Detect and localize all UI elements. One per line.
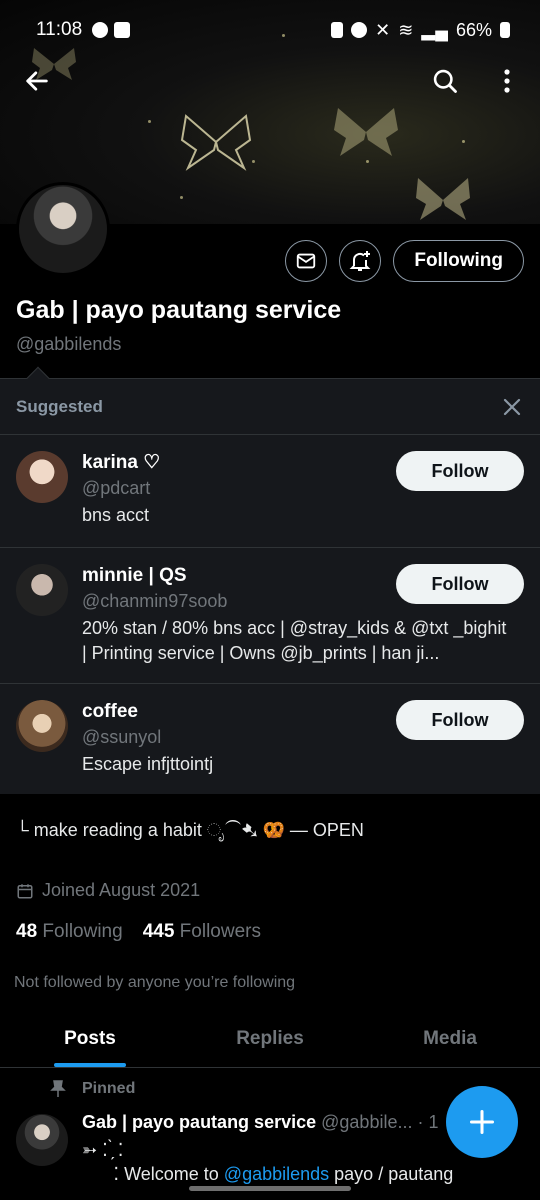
post-author: Gab | payo pautang service — [82, 1112, 317, 1132]
back-arrow-icon — [26, 71, 48, 91]
signal-icon: ▂▄ — [421, 19, 448, 40]
bell-plus-icon — [349, 251, 371, 271]
tab-replies[interactable]: Replies — [180, 1010, 360, 1067]
avatar[interactable] — [16, 451, 68, 503]
profile-handle: @gabbilends — [16, 334, 122, 354]
back-button[interactable] — [16, 60, 58, 102]
profile-tabs: Posts Replies Media — [0, 1010, 540, 1068]
followers-count-link[interactable]: 445 Followers — [143, 921, 261, 943]
battery-saver-icon — [331, 22, 344, 38]
following-label: Following — [42, 921, 123, 942]
following-button[interactable]: Following — [393, 240, 524, 282]
not-followed-note: Not followed by anyone you’re following — [14, 974, 296, 991]
suggested-panel: Suggested karina ♡ @pdcart bns acct Foll… — [0, 378, 540, 794]
profile-bio: └ make reading a habit ೃ⁀➷ 🥨 — OPEN — [16, 820, 364, 840]
post-mention-link[interactable]: @gabbilends — [224, 1164, 329, 1184]
calendar-icon — [17, 883, 33, 898]
following-count: 48 — [16, 921, 38, 942]
post-text-line: ⠀⠀ ⁚ Welcome to @gabbilends payo / pauta… — [82, 1164, 453, 1185]
avatar[interactable] — [16, 564, 68, 616]
butterfly-decoration — [334, 108, 398, 156]
tab-posts[interactable]: Posts — [0, 1010, 180, 1067]
followers-label: Followers — [179, 921, 261, 942]
profile-avatar[interactable] — [16, 182, 110, 276]
follow-button[interactable]: Follow — [396, 451, 524, 491]
post-header[interactable]: Gab | payo pautang service @gabbile... ·… — [82, 1112, 439, 1133]
notifications-button[interactable] — [339, 240, 382, 282]
suggested-user[interactable]: minnie | QS @chanmin97soob 20% stan / 80… — [0, 548, 540, 684]
wifi-icon: ≋ — [398, 19, 414, 40]
more-button[interactable] — [486, 60, 528, 102]
suggested-user-bio: bns acct — [82, 505, 150, 525]
battery-icon — [500, 22, 510, 38]
home-indicator[interactable] — [189, 1186, 351, 1191]
post-text: payo / pautang — [329, 1164, 454, 1184]
suggested-title: Suggested — [16, 396, 103, 416]
following-count-link[interactable]: 48 Following — [16, 921, 123, 943]
followers-count: 445 — [142, 921, 175, 942]
suggested-user[interactable]: karina ♡ @pdcart bns acct Follow — [0, 435, 540, 548]
tab-media[interactable]: Media — [360, 1010, 540, 1067]
follow-button[interactable]: Follow — [396, 700, 524, 740]
alarm-icon — [351, 22, 368, 38]
mail-icon — [297, 253, 316, 269]
more-vertical-icon — [504, 69, 510, 93]
joined-date: Joined August 2021 — [16, 880, 200, 901]
search-button[interactable] — [424, 60, 466, 102]
post-handle: @gabbile... — [321, 1112, 413, 1132]
close-icon[interactable] — [500, 395, 524, 419]
suggested-user[interactable]: coffee @ssunyol Escape infjttointj Follo… — [0, 684, 540, 795]
pinned-indicator: Pinned — [50, 1080, 135, 1098]
mute-icon: ✕ — [375, 19, 391, 40]
suggested-user-bio: 20% stan / 80% bns acc | @stray_kids & @… — [82, 618, 507, 663]
post-avatar[interactable] — [16, 1114, 68, 1166]
joined-text: Joined August 2021 — [42, 880, 201, 900]
follow-button[interactable]: Follow — [396, 564, 524, 604]
search-icon — [433, 69, 457, 93]
compose-plus-icon — [469, 1109, 495, 1135]
status-bar: 11:08 ✕ ≋ ▂▄ 66% — [0, 0, 540, 60]
post-text-line: ➳ ⁚ ̗̀ ⁚ — [82, 1140, 124, 1160]
suggested-user-bio: Escape infjttointj — [82, 754, 214, 774]
status-time: 11:08 — [36, 19, 83, 40]
butterfly-decoration — [180, 114, 252, 171]
post-meta: · 1 — [417, 1112, 439, 1132]
pinned-label: Pinned — [82, 1080, 136, 1097]
battery-level: 66% — [455, 19, 492, 40]
pin-icon — [50, 1080, 66, 1097]
message-button[interactable] — [285, 240, 328, 282]
check-box-icon — [114, 22, 131, 38]
messenger-icon — [92, 22, 109, 38]
butterfly-decoration — [416, 178, 470, 220]
avatar[interactable] — [16, 700, 68, 752]
post-text: ⠀⠀ ⁚ Welcome to — [82, 1164, 224, 1184]
display-name: Gab | payo pautang service — [16, 296, 342, 324]
compose-button[interactable] — [446, 1086, 518, 1158]
